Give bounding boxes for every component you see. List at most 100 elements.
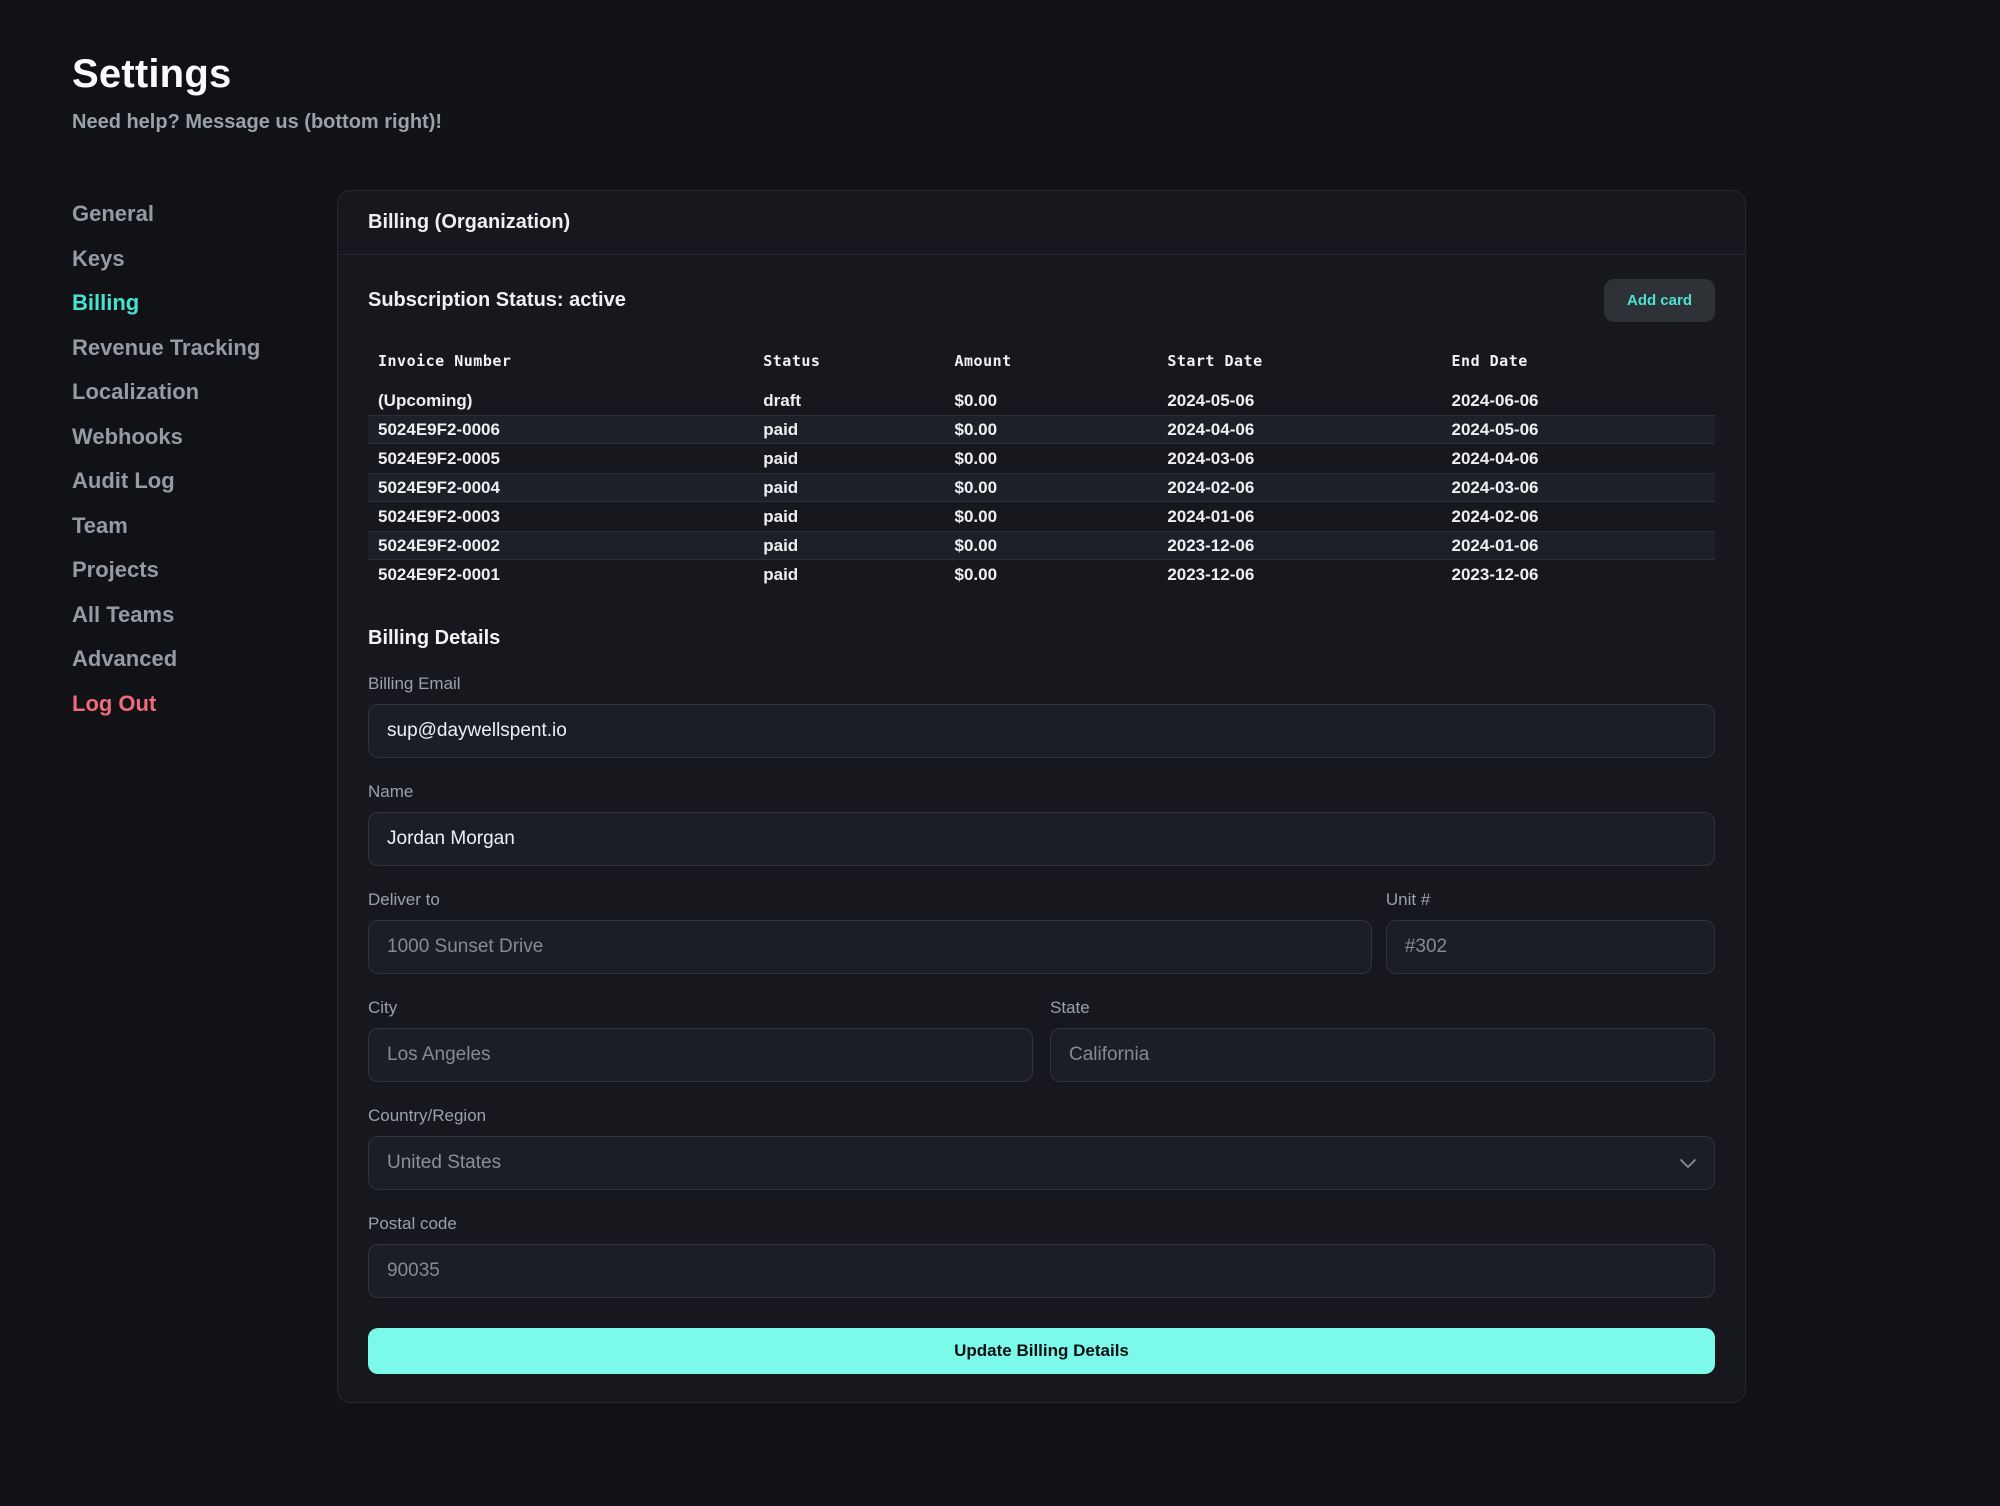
- name-input[interactable]: [368, 812, 1715, 866]
- cell-invoice-number: 5024E9F2-0005: [368, 449, 753, 469]
- col-invoice-number: Invoice Number: [368, 352, 753, 370]
- cell-start-date: 2024-03-06: [1157, 449, 1441, 469]
- unit-field-group: Unit #: [1386, 890, 1715, 974]
- country-label: Country/Region: [368, 1106, 1715, 1126]
- sidebar-item-billing[interactable]: Billing: [72, 281, 337, 326]
- invoice-table: Invoice Number Status Amount Start Date …: [368, 352, 1715, 589]
- sidebar-item-projects[interactable]: Projects: [72, 548, 337, 593]
- country-select[interactable]: United States: [368, 1136, 1715, 1190]
- sidebar-item-webhooks[interactable]: Webhooks: [72, 415, 337, 460]
- city-input[interactable]: [368, 1028, 1033, 1082]
- table-row: 5024E9F2-0004 paid $0.00 2024-02-06 2024…: [368, 473, 1715, 502]
- sidebar-item-general[interactable]: General: [72, 192, 337, 237]
- update-billing-details-button[interactable]: Update Billing Details: [368, 1328, 1715, 1374]
- cell-amount: $0.00: [945, 565, 1158, 585]
- panel-body: Subscription Status: active Add card Inv…: [338, 255, 1745, 1402]
- table-row: (Upcoming) draft $0.00 2024-05-06 2024-0…: [368, 386, 1715, 415]
- unit-input[interactable]: [1386, 920, 1715, 974]
- sidebar-item-advanced[interactable]: Advanced: [72, 637, 337, 682]
- cell-invoice-number: 5024E9F2-0002: [368, 536, 753, 556]
- postal-label: Postal code: [368, 1214, 1715, 1234]
- billing-details-heading: Billing Details: [368, 627, 1715, 650]
- cell-invoice-number: 5024E9F2-0004: [368, 478, 753, 498]
- sidebar-item-team[interactable]: Team: [72, 504, 337, 549]
- country-selected-value: United States: [387, 1152, 501, 1174]
- country-field-group: Country/Region United States: [368, 1106, 1715, 1190]
- city-label: City: [368, 998, 1033, 1018]
- cell-amount: $0.00: [945, 449, 1158, 469]
- billing-panel: Billing (Organization) Subscription Stat…: [337, 190, 1746, 1403]
- cell-amount: $0.00: [945, 536, 1158, 556]
- cell-amount: $0.00: [945, 391, 1158, 411]
- settings-sidebar: General Keys Billing Revenue Tracking Lo…: [72, 190, 337, 726]
- cell-end-date: 2023-12-06: [1442, 565, 1715, 585]
- cell-start-date: 2024-02-06: [1157, 478, 1441, 498]
- cell-status: paid: [753, 420, 944, 440]
- cell-invoice-number: 5024E9F2-0006: [368, 420, 753, 440]
- page-title: Settings: [72, 52, 1746, 97]
- cell-start-date: 2024-01-06: [1157, 507, 1441, 527]
- cell-end-date: 2024-05-06: [1442, 420, 1715, 440]
- billing-email-field-group: Billing Email: [368, 674, 1715, 758]
- state-field-group: State: [1050, 998, 1715, 1082]
- cell-start-date: 2023-12-06: [1157, 536, 1441, 556]
- sidebar-item-audit-log[interactable]: Audit Log: [72, 459, 337, 504]
- name-label: Name: [368, 782, 1715, 802]
- city-state-row: City State: [368, 998, 1715, 1082]
- cell-status: draft: [753, 391, 944, 411]
- cell-start-date: 2024-04-06: [1157, 420, 1441, 440]
- content-row: General Keys Billing Revenue Tracking Lo…: [72, 190, 1746, 1403]
- billing-email-label: Billing Email: [368, 674, 1715, 694]
- address-row: Deliver to Unit #: [368, 890, 1715, 974]
- table-row: 5024E9F2-0001 paid $0.00 2023-12-06 2023…: [368, 560, 1715, 589]
- cell-end-date: 2024-04-06: [1442, 449, 1715, 469]
- cell-end-date: 2024-06-06: [1442, 391, 1715, 411]
- col-amount: Amount: [945, 352, 1158, 370]
- cell-end-date: 2024-01-06: [1442, 536, 1715, 556]
- cell-end-date: 2024-03-06: [1442, 478, 1715, 498]
- sidebar-item-keys[interactable]: Keys: [72, 237, 337, 282]
- cell-start-date: 2024-05-06: [1157, 391, 1441, 411]
- subscription-status: Subscription Status: active: [368, 289, 626, 312]
- deliver-to-label: Deliver to: [368, 890, 1372, 910]
- cell-invoice-number: (Upcoming): [368, 391, 753, 411]
- cell-amount: $0.00: [945, 420, 1158, 440]
- state-input[interactable]: [1050, 1028, 1715, 1082]
- cell-status: paid: [753, 536, 944, 556]
- add-card-button[interactable]: Add card: [1604, 279, 1715, 322]
- cell-invoice-number: 5024E9F2-0001: [368, 565, 753, 585]
- table-row: 5024E9F2-0003 paid $0.00 2024-01-06 2024…: [368, 502, 1715, 531]
- cell-amount: $0.00: [945, 507, 1158, 527]
- postal-input[interactable]: [368, 1244, 1715, 1298]
- col-end-date: End Date: [1442, 352, 1715, 370]
- name-field-group: Name: [368, 782, 1715, 866]
- sidebar-item-all-teams[interactable]: All Teams: [72, 593, 337, 638]
- col-start-date: Start Date: [1157, 352, 1441, 370]
- postal-field-group: Postal code: [368, 1214, 1715, 1298]
- table-row: 5024E9F2-0005 paid $0.00 2024-03-06 2024…: [368, 444, 1715, 473]
- col-status: Status: [753, 352, 944, 370]
- cell-amount: $0.00: [945, 478, 1158, 498]
- page-subtitle: Need help? Message us (bottom right)!: [72, 111, 1746, 134]
- cell-status: paid: [753, 449, 944, 469]
- cell-start-date: 2023-12-06: [1157, 565, 1441, 585]
- cell-status: paid: [753, 507, 944, 527]
- sidebar-item-revenue-tracking[interactable]: Revenue Tracking: [72, 326, 337, 371]
- settings-page: Settings Need help? Message us (bottom r…: [0, 0, 2000, 1403]
- cell-status: paid: [753, 478, 944, 498]
- billing-email-input[interactable]: [368, 704, 1715, 758]
- table-row: 5024E9F2-0002 paid $0.00 2023-12-06 2024…: [368, 531, 1715, 560]
- invoice-table-header: Invoice Number Status Amount Start Date …: [368, 352, 1715, 386]
- sidebar-item-localization[interactable]: Localization: [72, 370, 337, 415]
- deliver-to-field-group: Deliver to: [368, 890, 1372, 974]
- panel-title: Billing (Organization): [338, 191, 1745, 255]
- chevron-down-icon: [1680, 1159, 1696, 1168]
- cell-invoice-number: 5024E9F2-0003: [368, 507, 753, 527]
- sidebar-item-log-out[interactable]: Log Out: [72, 682, 337, 727]
- table-row: 5024E9F2-0006 paid $0.00 2024-04-06 2024…: [368, 415, 1715, 444]
- state-label: State: [1050, 998, 1715, 1018]
- cell-status: paid: [753, 565, 944, 585]
- city-field-group: City: [368, 998, 1033, 1082]
- cell-end-date: 2024-02-06: [1442, 507, 1715, 527]
- deliver-to-input[interactable]: [368, 920, 1372, 974]
